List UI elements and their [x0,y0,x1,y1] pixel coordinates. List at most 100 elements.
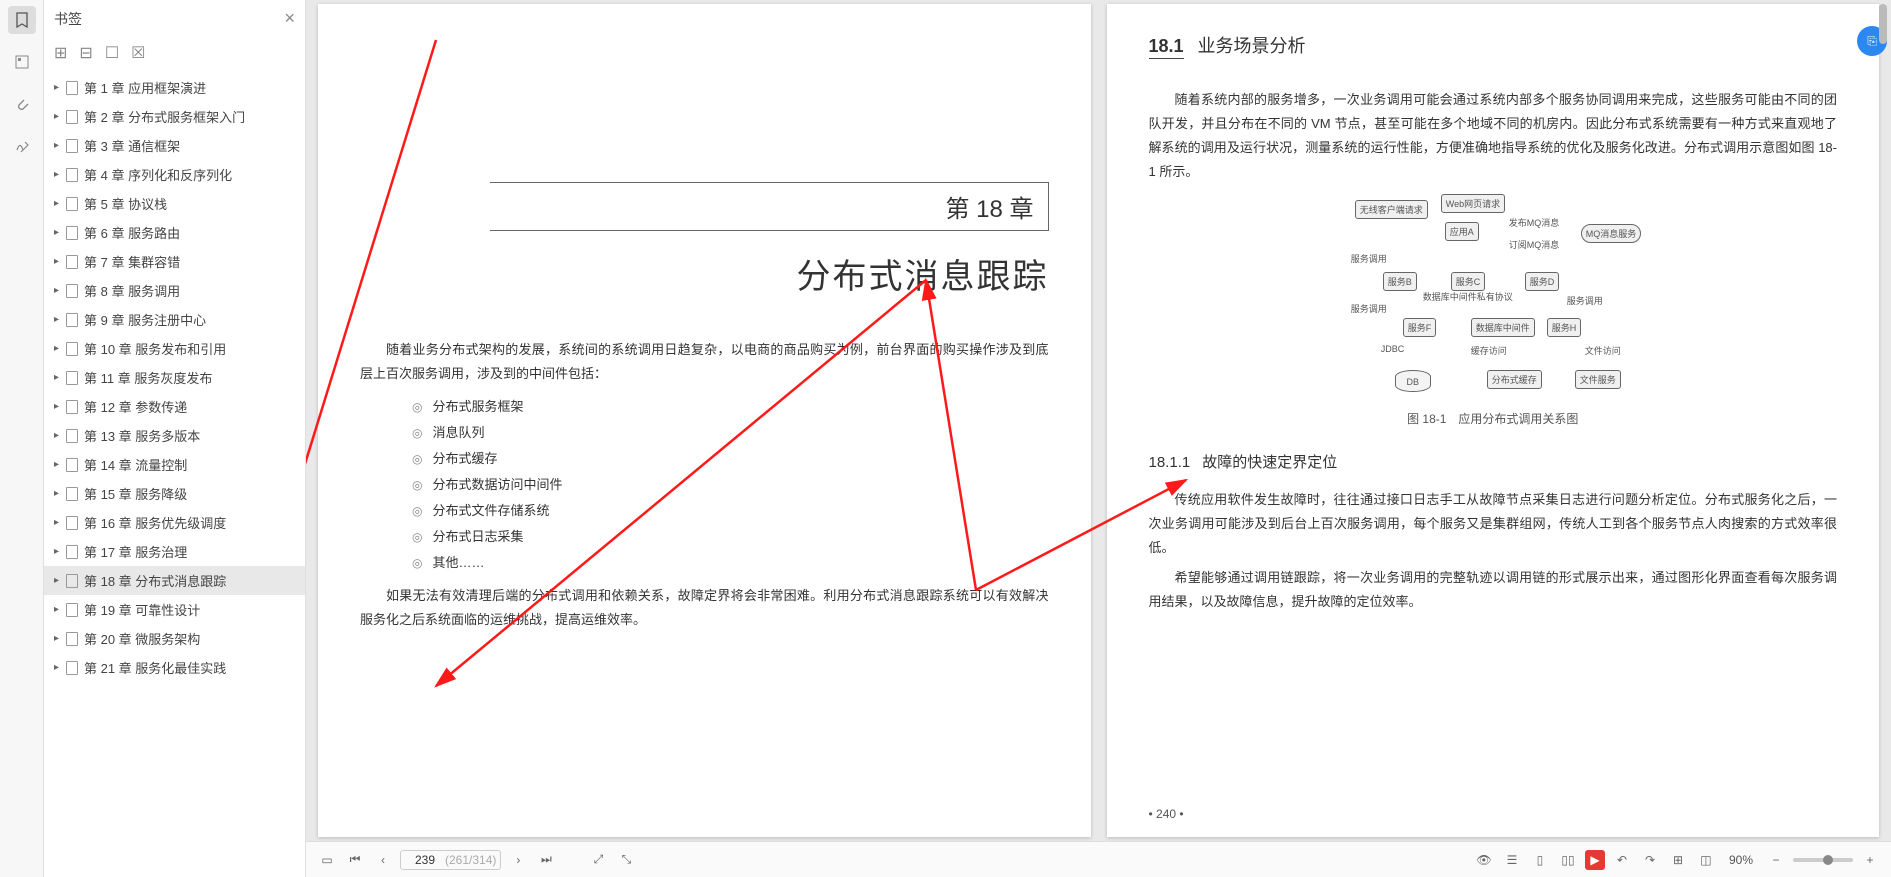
bookmark-label: 第 4 章 序列化和反序列化 [84,165,232,184]
bookmark-label: 第 20 章 微服务架构 [84,629,200,648]
bookmark-label: 第 18 章 分布式消息跟踪 [84,571,226,590]
paragraph: 随着业务分布式架构的发展，系统间的系统调用日趋复杂，以电商的商品购买为例，前台界… [360,338,1049,386]
page-fraction: (261/314) [445,853,496,867]
read-mode-icon[interactable]: ☰ [1501,849,1523,871]
bookmark-list: ▸第 1 章 应用框架演进▸第 2 章 分布式服务框架入门▸第 3 章 通信框架… [44,73,305,877]
bookmark-item[interactable]: ▸第 8 章 服务调用 [44,276,305,305]
bookmark-label: 第 10 章 服务发布和引用 [84,339,226,358]
status-bar: ▭ ⏮ ‹ (261/314) › ⏭ ⤢ ⤡ 👁 ☰ ▯ ▯▯ ▶ ↶ ↷ ⊞… [306,841,1891,877]
subsection-heading: 18.1.1故障的快速定界定位 [1149,451,1838,472]
paragraph: 希望能够通过调用链跟踪，将一次业务调用的完整轨迹以调用链的形式展示出来，通过图形… [1149,566,1838,614]
bookmark-item[interactable]: ▸第 17 章 服务治理 [44,537,305,566]
signature-icon[interactable] [8,132,36,160]
bookmark-label: 第 13 章 服务多版本 [84,426,200,445]
bookmark-item[interactable]: ▸第 7 章 集群容错 [44,247,305,276]
list-item: 消息队列 [412,420,1049,446]
crop-icon[interactable]: ◫ [1695,849,1717,871]
list-item: 分布式日志采集 [412,524,1049,550]
last-page-icon[interactable]: ⏭ [535,849,557,871]
bookmark-item[interactable]: ▸第 4 章 序列化和反序列化 [44,160,305,189]
bookmark-item[interactable]: ▸第 1 章 应用框架演进 [44,73,305,102]
fit-width-icon[interactable]: ⤢ [587,849,609,871]
bookmark-item[interactable]: ▸第 15 章 服务降级 [44,479,305,508]
bookmark-label: 第 15 章 服务降级 [84,484,187,503]
list-item: 分布式数据访问中间件 [412,472,1049,498]
scrollbar-thumb[interactable] [1879,4,1887,44]
bookmark-item[interactable]: ▸第 10 章 服务发布和引用 [44,334,305,363]
page-right: 18.1业务场景分析 随着系统内部的服务增多，一次业务调用可能会通过系统内部多个… [1107,4,1880,837]
left-rail [0,0,44,877]
sidebar-toggle-icon[interactable]: ▭ [316,849,338,871]
bookmark-item[interactable]: ▸第 13 章 服务多版本 [44,421,305,450]
bookmark-label: 第 16 章 服务优先级调度 [84,513,226,532]
rotate-right-icon[interactable]: ↷ [1639,849,1661,871]
bookmark-icon[interactable] [8,6,36,34]
paragraph: 随着系统内部的服务增多，一次业务调用可能会通过系统内部多个服务协同调用来完成，这… [1149,88,1838,184]
bookmark-label: 第 8 章 服务调用 [84,281,180,300]
bookmark-label: 第 1 章 应用框架演进 [84,78,206,97]
bookmark-label: 第 12 章 参数传递 [84,397,187,416]
bookmark-item[interactable]: ▸第 16 章 服务优先级调度 [44,508,305,537]
bookmark-item[interactable]: ▸第 19 章 可靠性设计 [44,595,305,624]
bookmark-label: 第 11 章 服务灰度发布 [84,368,212,387]
zoom-out-icon[interactable]: − [1765,849,1787,871]
add-bookmark-icon[interactable]: ⊞ [54,43,67,63]
bullet-list: 分布式服务框架消息队列分布式缓存分布式数据访问中间件分布式文件存储系统分布式日志… [412,394,1049,576]
close-icon[interactable]: × [284,8,295,29]
thumbnail-icon[interactable] [8,48,36,76]
next-page-icon[interactable]: › [507,849,529,871]
bookmark-item[interactable]: ▸第 2 章 分布式服务框架入门 [44,102,305,131]
slideshow-icon[interactable]: ▶ [1585,850,1605,870]
first-page-icon[interactable]: ⏮ [344,849,366,871]
bookmark-outline-icon[interactable]: ☒ [131,43,145,63]
page-left: 第 18 章 分布式消息跟踪 随着业务分布式架构的发展，系统间的系统调用日趋复杂… [318,4,1091,837]
bookmark-item[interactable]: ▸第 6 章 服务路由 [44,218,305,247]
page-input[interactable] [405,853,445,867]
bookmark-label: 第 9 章 服务注册中心 [84,310,206,329]
list-item: 其他…… [412,550,1049,576]
page-input-box: (261/314) [400,850,501,870]
bookmark-panel: 书签 × ⊞ ⊟ ☐ ☒ ▸第 1 章 应用框架演进▸第 2 章 分布式服务框架… [44,0,306,877]
rotate-left-icon[interactable]: ↶ [1611,849,1633,871]
fit-page-icon[interactable]: ⤡ [615,849,637,871]
two-page-icon[interactable]: ▯▯ [1557,849,1579,871]
bookmark-item[interactable]: ▸第 12 章 参数传递 [44,392,305,421]
vertical-scrollbar[interactable] [1877,0,1889,841]
figure: 无线客户端请求 Web网页请求 应用A 发布MQ消息 MQ消息服务 订阅MQ消息… [1149,194,1838,427]
zoom-level: 90% [1729,853,1753,867]
figure-diagram: 无线客户端请求 Web网页请求 应用A 发布MQ消息 MQ消息服务 订阅MQ消息… [1343,194,1643,404]
bookmark-item[interactable]: ▸第 11 章 服务灰度发布 [44,363,305,392]
bookmark-item[interactable]: ▸第 14 章 流量控制 [44,450,305,479]
bookmark-label: 第 2 章 分布式服务框架入门 [84,107,245,126]
eye-icon[interactable]: 👁 [1473,849,1495,871]
single-page-icon[interactable]: ▯ [1529,849,1551,871]
paragraph: 传统应用软件发生故障时，往往通过接口日志手工从故障节点采集日志进行问题分析定位。… [1149,488,1838,560]
section-heading: 18.1业务场景分析 [1149,32,1838,58]
zoom-slider[interactable] [1793,858,1853,862]
bookmark-label: 第 6 章 服务路由 [84,223,180,242]
zoom-in-icon[interactable]: + [1859,849,1881,871]
bookmark-item[interactable]: ▸第 9 章 服务注册中心 [44,305,305,334]
bookmark-item[interactable]: ▸第 5 章 协议栈 [44,189,305,218]
bookmark-label: 第 21 章 服务化最佳实践 [84,658,226,677]
list-item: 分布式缓存 [412,446,1049,472]
layout-icon[interactable]: ⊞ [1667,849,1689,871]
bookmark-item[interactable]: ▸第 21 章 服务化最佳实践 [44,653,305,682]
bookmark-label: 第 17 章 服务治理 [84,542,187,561]
bookmark-label: 第 19 章 可靠性设计 [84,600,200,619]
list-item: 分布式服务框架 [412,394,1049,420]
panel-title: 书签 [54,9,82,29]
paragraph: 如果无法有效清理后端的分布式调用和依赖关系，故障定界将会非常困难。利用分布式消息… [360,584,1049,632]
chapter-title: 分布式消息跟踪 [360,249,1049,298]
bookmark-label: 第 5 章 协议栈 [84,194,167,213]
figure-caption: 图 18-1 应用分布式调用关系图 [1407,412,1578,426]
chapter-number: 第 18 章 [945,189,1033,224]
bookmark-item[interactable]: ▸第 18 章 分布式消息跟踪 [44,566,305,595]
bookmark-flag-icon[interactable]: ☐ [105,43,119,63]
bookmark-item[interactable]: ▸第 20 章 微服务架构 [44,624,305,653]
bookmark-item[interactable]: ▸第 3 章 通信框架 [44,131,305,160]
prev-page-icon[interactable]: ‹ [372,849,394,871]
add-folder-icon[interactable]: ⊟ [79,43,92,63]
attachment-icon[interactable] [8,90,36,118]
app-root: 书签 × ⊞ ⊟ ☐ ☒ ▸第 1 章 应用框架演进▸第 2 章 分布式服务框架… [0,0,1891,877]
